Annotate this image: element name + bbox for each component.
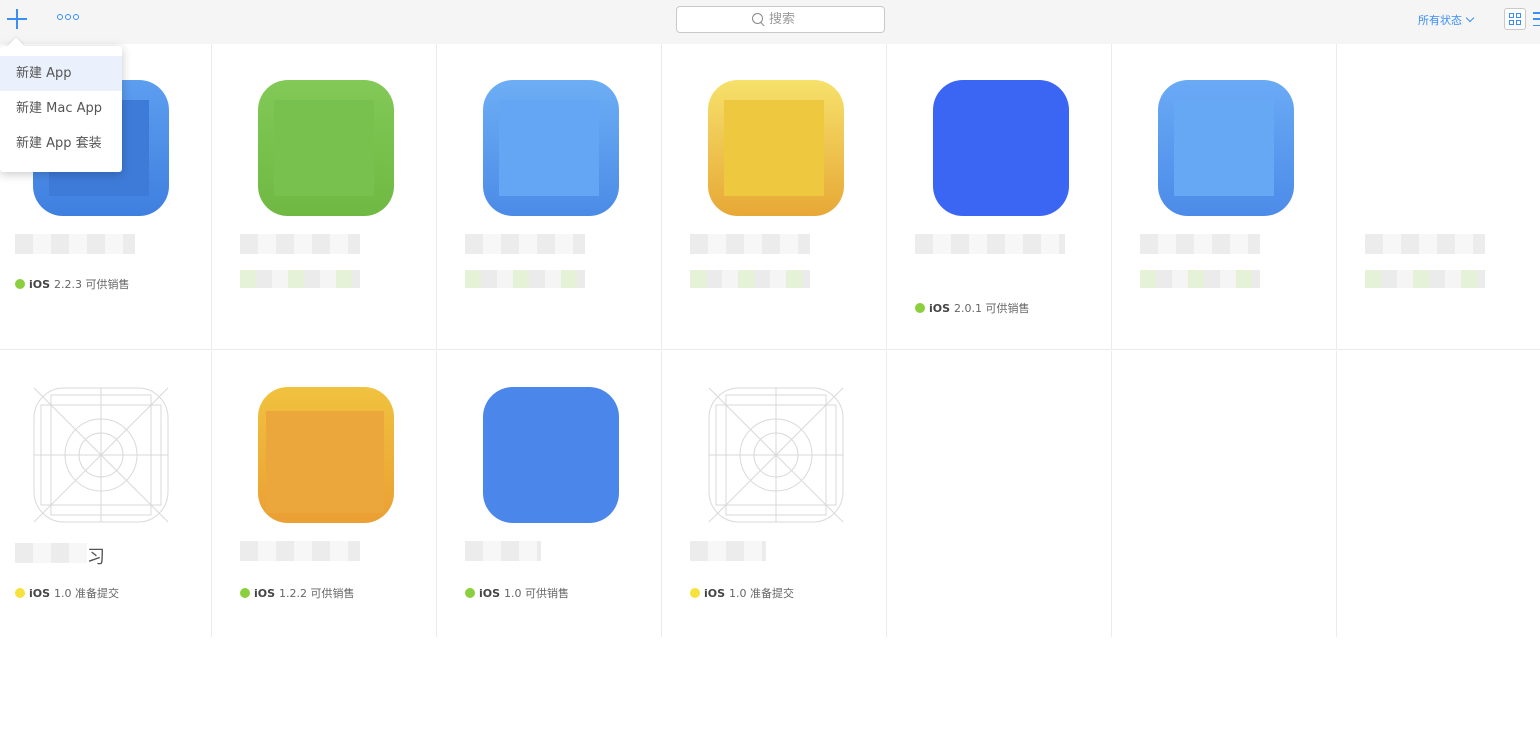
app-icon[interactable] xyxy=(483,387,619,523)
status-filter-label: 所有状态 xyxy=(1418,14,1462,27)
app-tile[interactable] xyxy=(662,44,887,350)
app-status xyxy=(465,270,585,288)
app-icon[interactable] xyxy=(1158,80,1294,216)
app-name[interactable] xyxy=(690,541,766,561)
app-name[interactable] xyxy=(240,541,360,561)
app-status xyxy=(1140,270,1260,288)
status-dot-icon xyxy=(240,588,250,598)
toolbar: 所有状态 xyxy=(0,0,1540,44)
app-status: iOS 2.0.1 可供销售 xyxy=(915,300,1030,316)
app-name[interactable] xyxy=(1140,234,1260,254)
menu-item-new-mac-app[interactable]: 新建 Mac App xyxy=(0,91,122,126)
app-status xyxy=(1365,270,1485,288)
app-status: iOS 1.0 可供销售 xyxy=(465,585,569,601)
app-tile[interactable] xyxy=(437,44,662,350)
add-icon[interactable] xyxy=(6,8,28,30)
app-tile[interactable] xyxy=(212,44,437,350)
app-status: iOS 1.0 准备提交 xyxy=(690,585,794,601)
app-name[interactable] xyxy=(690,234,810,254)
placeholder-app-icon xyxy=(708,387,844,523)
app-tile[interactable]: iOS 2.0.1 可供销售 xyxy=(887,44,1112,350)
empty-tile xyxy=(1112,351,1337,637)
status-dot-icon xyxy=(15,279,25,289)
app-icon[interactable] xyxy=(933,80,1069,216)
app-tile[interactable]: iOS 1.0 可供销售 xyxy=(437,351,662,637)
menu-item-new-app-bundle[interactable]: 新建 App 套装 xyxy=(0,126,122,161)
search-input[interactable] xyxy=(769,12,809,27)
app-name[interactable] xyxy=(240,234,360,254)
app-name[interactable] xyxy=(915,234,1065,254)
list-view-icon[interactable] xyxy=(1533,12,1540,26)
app-status xyxy=(690,270,810,288)
app-status: iOS 1.0 准备提交 xyxy=(15,585,119,601)
app-icon[interactable] xyxy=(258,387,394,523)
search-icon xyxy=(752,13,765,26)
app-name[interactable] xyxy=(15,234,135,254)
menu-item-new-app[interactable]: 新建 App xyxy=(0,56,122,91)
app-name[interactable]: 习 xyxy=(87,543,105,569)
app-tile[interactable]: 习 iOS 1.0 准备提交 xyxy=(0,351,212,637)
grid-view-icon[interactable] xyxy=(1504,8,1526,30)
app-name-masked[interactable] xyxy=(15,543,87,563)
app-name[interactable] xyxy=(1365,234,1485,254)
status-dot-icon xyxy=(15,588,25,598)
app-name[interactable] xyxy=(465,541,541,561)
status-dot-icon xyxy=(465,588,475,598)
app-tile[interactable] xyxy=(1112,44,1337,350)
empty-tile xyxy=(887,351,1112,637)
placeholder-app-icon xyxy=(33,387,169,523)
app-icon[interactable] xyxy=(258,80,394,216)
search-bar[interactable] xyxy=(676,6,885,33)
status-filter-dropdown[interactable]: 所有状态 xyxy=(1418,12,1475,28)
status-dot-icon xyxy=(915,303,925,313)
app-status: iOS 2.2.3 可供销售 xyxy=(15,276,130,292)
app-status: iOS 1.2.2 可供销售 xyxy=(240,585,355,601)
app-icon[interactable] xyxy=(483,80,619,216)
app-tile[interactable]: iOS 1.2.2 可供销售 xyxy=(212,351,437,637)
status-dot-icon xyxy=(690,588,700,598)
app-tile[interactable] xyxy=(1337,44,1540,350)
chevron-down-icon xyxy=(1465,13,1475,23)
app-name[interactable] xyxy=(465,234,585,254)
new-app-menu: 新建 App 新建 Mac App 新建 App 套装 xyxy=(0,46,122,172)
app-status xyxy=(240,270,360,288)
app-icon[interactable] xyxy=(708,80,844,216)
app-tile[interactable]: iOS 1.0 准备提交 xyxy=(662,351,887,637)
more-icon[interactable] xyxy=(57,14,79,24)
